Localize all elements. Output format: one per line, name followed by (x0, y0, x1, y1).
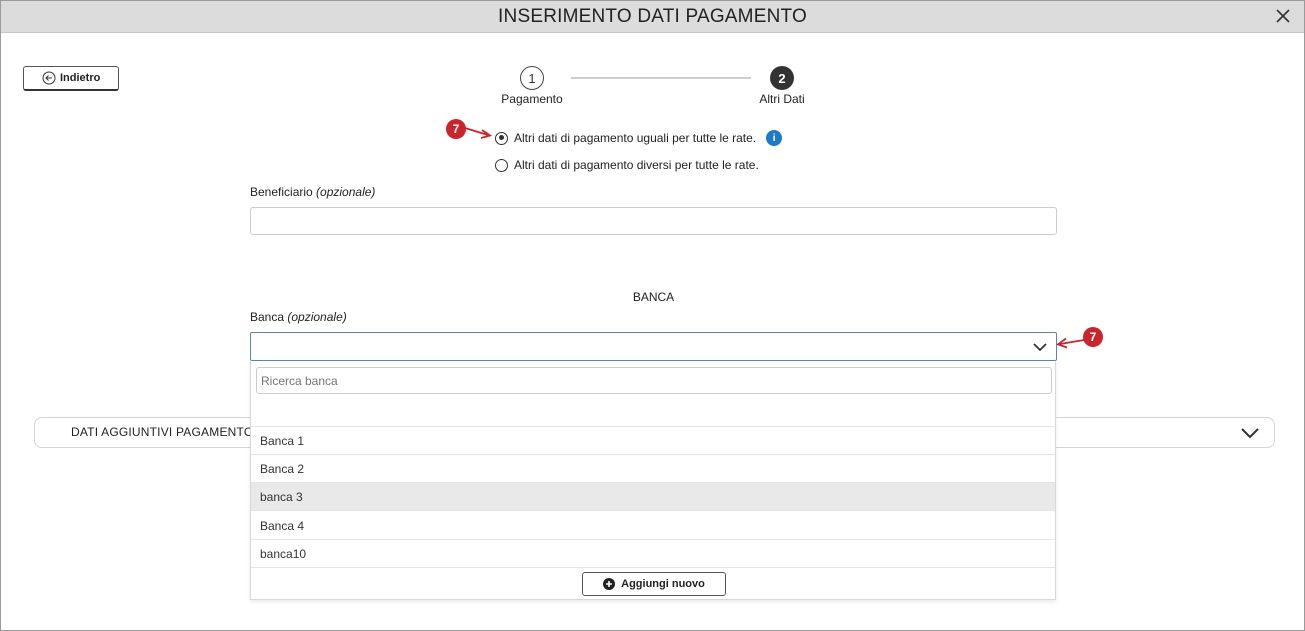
info-icon[interactable]: i (766, 130, 783, 146)
back-button-label: Indietro (60, 72, 101, 84)
arrow-left-circle-icon (42, 71, 56, 85)
radio-label: Altri dati di pagamento uguali per tutte… (514, 131, 757, 145)
payment-dialog: INSERIMENTO DATI PAGAMENTO Indietro 1 Pa… (0, 0, 1305, 631)
list-item[interactable]: Banca 1 (251, 427, 1055, 455)
banca-label-text: Banca (250, 310, 285, 324)
beneficiario-input[interactable] (250, 207, 1057, 235)
radio-label: Altri dati di pagamento diversi per tutt… (514, 158, 759, 172)
plus-circle-icon (603, 578, 616, 590)
chevron-down-icon (1032, 340, 1048, 354)
radio-button[interactable] (495, 131, 508, 145)
add-button-label: Aggiungi nuovo (621, 578, 705, 590)
optional-hint: (opzionale) (287, 310, 347, 324)
list-item[interactable]: banca10 (251, 540, 1055, 568)
list-item[interactable]: Banca 4 (251, 512, 1055, 540)
step-pagamento: 1 Pagamento (497, 66, 567, 106)
dialog-titlebar: INSERIMENTO DATI PAGAMENTO (1, 1, 1304, 33)
chevron-down-icon (1240, 426, 1260, 440)
bank-dropdown-panel: Banca 1 Banca 2 banca 3 Banca 4 banca10 … (250, 361, 1056, 600)
close-icon[interactable] (1274, 7, 1292, 25)
add-new-bank-button[interactable]: Aggiungi nuovo (582, 572, 726, 596)
back-button[interactable]: Indietro (23, 66, 119, 91)
banca-label: Banca (opzionale) (250, 310, 347, 324)
bank-search-input[interactable] (256, 367, 1052, 394)
dialog-title: INSERIMENTO DATI PAGAMENTO (498, 6, 807, 27)
beneficiario-label: Beneficiario (opzionale) (250, 185, 375, 199)
step-number: 2 (770, 66, 794, 90)
radio-different-for-each[interactable]: Altri dati di pagamento diversi per tutt… (495, 158, 759, 172)
banca-select[interactable] (250, 332, 1057, 361)
beneficiario-label-text: Beneficiario (250, 185, 313, 199)
banca-section-title: BANCA (632, 290, 675, 304)
radio-button[interactable] (495, 158, 508, 172)
step-connector (571, 77, 751, 79)
annotation-arrow-icon (1056, 337, 1085, 349)
list-item[interactable]: Banca 2 (251, 455, 1055, 483)
radio-same-for-all[interactable]: Altri dati di pagamento uguali per tutte… (495, 130, 783, 146)
accordion-label: DATI AGGIUNTIVI PAGAMENTO (71, 425, 254, 439)
step-label: Pagamento (501, 92, 563, 106)
optional-hint: (opzionale) (316, 185, 376, 199)
step-number: 1 (520, 66, 544, 90)
dropdown-empty-option[interactable] (251, 399, 1055, 427)
annotation-badge: 7 (446, 119, 466, 139)
annotation-arrow-icon (464, 127, 492, 139)
list-item[interactable]: banca 3 (251, 483, 1055, 511)
step-label: Altri Dati (759, 92, 805, 106)
annotation-badge: 7 (1083, 327, 1103, 347)
step-altri-dati: 2 Altri Dati (747, 66, 817, 106)
